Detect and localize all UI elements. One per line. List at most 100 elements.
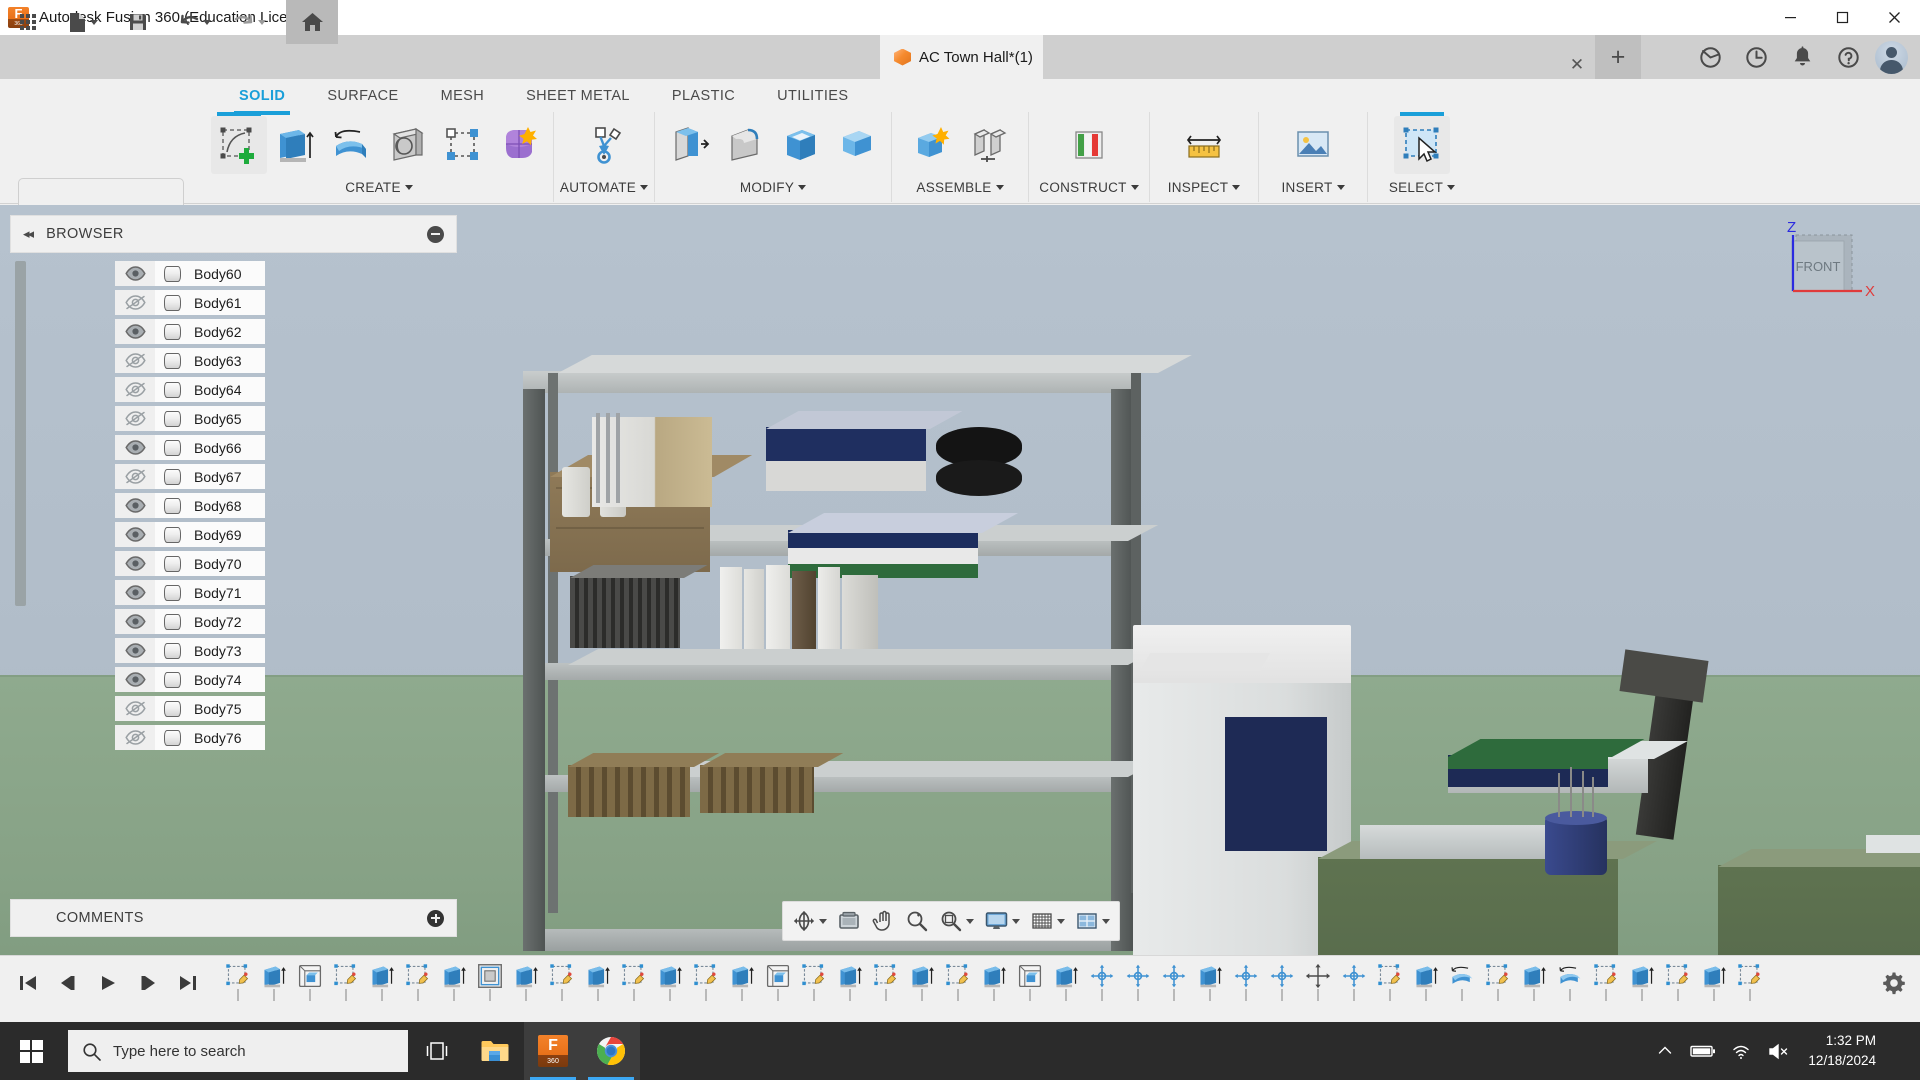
timeline-track[interactable] bbox=[220, 956, 1868, 1011]
visibility-off-icon[interactable] bbox=[115, 464, 155, 489]
panel-construct-label[interactable]: CONSTRUCT bbox=[1029, 174, 1149, 200]
form-button[interactable] bbox=[491, 116, 547, 174]
browser-body-row[interactable]: Body60 bbox=[115, 261, 265, 286]
tab-solid[interactable]: SOLID bbox=[218, 82, 306, 115]
timeline-feature-extrude[interactable] bbox=[1408, 963, 1444, 1003]
timeline-feature-sketch[interactable] bbox=[1660, 963, 1696, 1003]
visibility-on-icon[interactable] bbox=[115, 580, 155, 605]
visibility-on-icon[interactable] bbox=[115, 638, 155, 663]
select-button[interactable] bbox=[1394, 112, 1450, 174]
visibility-off-icon[interactable] bbox=[115, 377, 155, 402]
redo-caret-icon[interactable] bbox=[258, 19, 266, 25]
look-at-icon[interactable] bbox=[832, 904, 866, 938]
browser-body-row[interactable]: Body61 bbox=[115, 290, 265, 315]
timeline-feature-revolve[interactable] bbox=[1552, 963, 1588, 1003]
view-cube[interactable]: FRONT Z X bbox=[1762, 213, 1882, 323]
create-sketch-button[interactable] bbox=[211, 112, 267, 174]
timeline-feature-sketch[interactable] bbox=[940, 963, 976, 1003]
taskbar-search-input[interactable]: Type here to search bbox=[68, 1030, 408, 1072]
orbit-caret-icon[interactable] bbox=[819, 918, 827, 924]
browser-body-row[interactable]: Body75 bbox=[115, 696, 265, 721]
viewport-layout-icon[interactable] bbox=[1070, 904, 1115, 938]
wifi-icon[interactable] bbox=[1724, 1022, 1758, 1080]
new-file-caret-icon[interactable] bbox=[90, 19, 98, 25]
timeline-feature-joint[interactable] bbox=[1264, 963, 1300, 1003]
browser-collapse-icon[interactable]: ◂◂ bbox=[23, 226, 34, 242]
job-status-clock-icon[interactable] bbox=[1733, 35, 1779, 79]
timeline-feature-extrude[interactable] bbox=[652, 963, 688, 1003]
timeline-feature-sketch[interactable] bbox=[1588, 963, 1624, 1003]
comments-add-icon[interactable] bbox=[427, 909, 444, 927]
automated-modeling-button[interactable] bbox=[576, 116, 632, 174]
tab-utilities[interactable]: UTILITIES bbox=[756, 82, 869, 112]
visibility-off-icon[interactable] bbox=[115, 348, 155, 373]
new-component-button[interactable] bbox=[904, 116, 960, 174]
help-icon[interactable] bbox=[1825, 35, 1871, 79]
browser-body-row[interactable]: Body76 bbox=[115, 725, 265, 750]
timeline-feature-sketch[interactable] bbox=[220, 963, 256, 1003]
browser-body-row[interactable]: Body64 bbox=[115, 377, 265, 402]
browser-minimize-icon[interactable] bbox=[427, 225, 444, 243]
step-back-button[interactable] bbox=[50, 965, 86, 1001]
browser-body-row[interactable]: Body69 bbox=[115, 522, 265, 547]
timeline-feature-extrude[interactable] bbox=[436, 963, 472, 1003]
taskbar-clock[interactable]: 1:32 PM 12/18/2024 bbox=[1800, 1022, 1890, 1080]
panel-create-label[interactable]: CREATE bbox=[205, 174, 553, 200]
visibility-off-icon[interactable] bbox=[115, 725, 155, 750]
timeline-feature-sketch[interactable] bbox=[616, 963, 652, 1003]
display-settings-caret-icon[interactable] bbox=[1012, 918, 1020, 924]
tab-sheet-metal[interactable]: SHEET METAL bbox=[505, 82, 651, 112]
timeline-feature-extrude[interactable] bbox=[724, 963, 760, 1003]
browser-body-row[interactable]: Body63 bbox=[115, 348, 265, 373]
visibility-off-icon[interactable] bbox=[115, 406, 155, 431]
visibility-on-icon[interactable] bbox=[115, 435, 155, 460]
timeline-feature-extrude[interactable] bbox=[1516, 963, 1552, 1003]
extrude-button[interactable] bbox=[267, 116, 323, 174]
timeline-feature-sketch[interactable] bbox=[688, 963, 724, 1003]
press-pull-button[interactable] bbox=[661, 116, 717, 174]
document-tab[interactable]: AC Town Hall*(1) bbox=[880, 35, 1043, 79]
minimize-button[interactable] bbox=[1764, 0, 1816, 35]
tab-mesh[interactable]: MESH bbox=[420, 82, 506, 112]
timeline-feature-sketch[interactable] bbox=[400, 963, 436, 1003]
start-button[interactable] bbox=[0, 1022, 62, 1080]
timeline-feature-revolve[interactable] bbox=[1444, 963, 1480, 1003]
timeline-feature-joint[interactable] bbox=[1120, 963, 1156, 1003]
browser-scrollbar[interactable] bbox=[15, 261, 26, 606]
timeline-feature-sketch[interactable] bbox=[868, 963, 904, 1003]
browser-body-row[interactable]: Body70 bbox=[115, 551, 265, 576]
timeline-feature-extrude[interactable] bbox=[976, 963, 1012, 1003]
timeline-feature-extrude[interactable] bbox=[364, 963, 400, 1003]
new-document-tab-button[interactable]: + bbox=[1595, 35, 1641, 79]
grid-snap-caret-icon[interactable] bbox=[1057, 918, 1065, 924]
tab-surface[interactable]: SURFACE bbox=[306, 82, 419, 112]
browser-body-row[interactable]: Body71 bbox=[115, 580, 265, 605]
play-button[interactable] bbox=[90, 965, 126, 1001]
panel-inspect-label[interactable]: INSPECT bbox=[1150, 174, 1258, 200]
display-settings-icon[interactable] bbox=[979, 904, 1025, 938]
timeline-feature-rectangular-pattern[interactable] bbox=[472, 963, 508, 1003]
browser-body-row[interactable]: Body73 bbox=[115, 638, 265, 663]
viewport-layout-caret-icon[interactable] bbox=[1102, 918, 1110, 924]
account-avatar[interactable] bbox=[1875, 40, 1908, 74]
home-icon[interactable] bbox=[286, 0, 338, 44]
timeline-feature-joint[interactable] bbox=[1228, 963, 1264, 1003]
panel-automate-label[interactable]: AUTOMATE bbox=[554, 174, 654, 200]
timeline-feature-box[interactable] bbox=[292, 963, 328, 1003]
visibility-on-icon[interactable] bbox=[115, 493, 155, 518]
close-button[interactable] bbox=[1868, 0, 1920, 35]
app-grid-icon[interactable] bbox=[8, 0, 48, 44]
timeline-feature-box[interactable] bbox=[1012, 963, 1048, 1003]
visibility-on-icon[interactable] bbox=[115, 261, 155, 286]
timeline-feature-sketch[interactable] bbox=[328, 963, 364, 1003]
go-to-beginning-button[interactable] bbox=[10, 965, 46, 1001]
timeline-feature-move[interactable] bbox=[1300, 963, 1336, 1003]
timeline-feature-extrude[interactable] bbox=[1192, 963, 1228, 1003]
volume-muted-icon[interactable] bbox=[1762, 1022, 1796, 1080]
timeline-feature-extrude[interactable] bbox=[256, 963, 292, 1003]
timeline-feature-extrude[interactable] bbox=[1696, 963, 1732, 1003]
panel-modify-label[interactable]: MODIFY bbox=[655, 174, 891, 200]
timeline-feature-box[interactable] bbox=[760, 963, 796, 1003]
timeline-settings-icon[interactable] bbox=[1868, 971, 1920, 995]
hole-button[interactable] bbox=[379, 116, 435, 174]
